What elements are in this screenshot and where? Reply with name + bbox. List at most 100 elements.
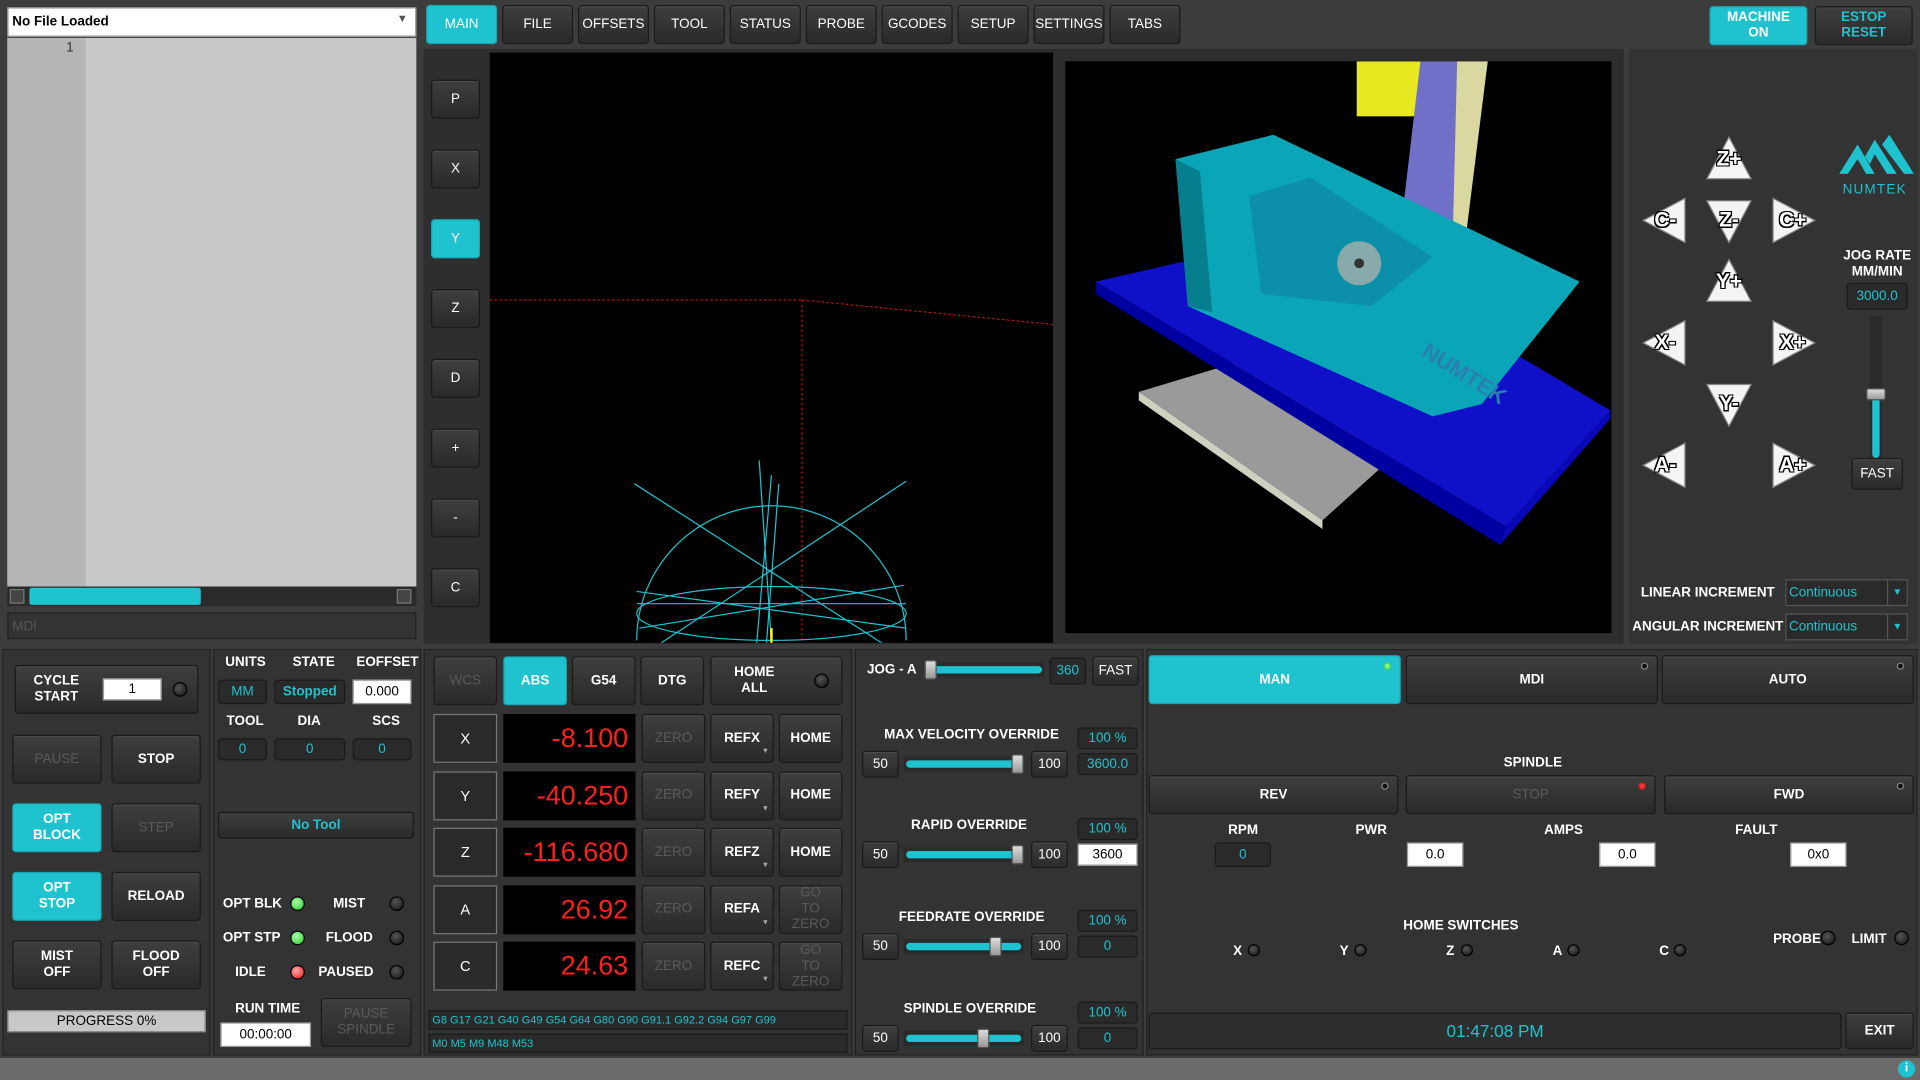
override-min-button[interactable]: 50 bbox=[862, 1024, 899, 1052]
file-selector[interactable]: No File Loaded ▼ bbox=[7, 7, 417, 37]
estop-reset-button[interactable]: ESTOP RESET bbox=[1814, 6, 1913, 46]
opt-block-button[interactable]: OPT BLOCK bbox=[12, 803, 102, 853]
mdi-input[interactable]: MDI bbox=[7, 612, 417, 640]
home-z-button[interactable]: HOME bbox=[778, 827, 843, 877]
view-zoom-out-button[interactable]: - bbox=[431, 498, 481, 538]
override-slider-handle[interactable] bbox=[976, 1028, 990, 1049]
mist-off-button[interactable]: MIST OFF bbox=[12, 940, 102, 990]
step-button[interactable]: STEP bbox=[111, 803, 201, 853]
scroll-left-button[interactable] bbox=[9, 588, 25, 604]
jog-y-minus-button[interactable]: Y- bbox=[1705, 380, 1754, 429]
override-slider-handle[interactable] bbox=[1011, 754, 1024, 774]
flood-off-button[interactable]: FLOOD OFF bbox=[111, 940, 201, 990]
tab-settings[interactable]: SETTINGS bbox=[1033, 4, 1105, 45]
jog-z-plus-button[interactable]: Z+ bbox=[1705, 135, 1754, 184]
ref-y-button[interactable]: REFY ▼ bbox=[710, 770, 774, 820]
tab-status[interactable]: STATUS bbox=[729, 4, 801, 45]
ref-z-button[interactable]: REFZ ▼ bbox=[710, 827, 774, 877]
linear-increment-select[interactable]: Continuous ▼ bbox=[1785, 579, 1908, 607]
view-zoom-in-button[interactable]: + bbox=[431, 428, 481, 468]
view-z-button[interactable]: Z bbox=[431, 288, 481, 329]
tab-gcodes[interactable]: GCODES bbox=[881, 4, 953, 45]
override-max-button[interactable]: 100 bbox=[1031, 750, 1068, 778]
mdi-mode-button[interactable]: MDI bbox=[1405, 655, 1658, 705]
pause-spindle-button[interactable]: PAUSE SPINDLE bbox=[320, 997, 412, 1047]
tab-tool[interactable]: TOOL bbox=[653, 4, 725, 45]
scroll-thumb[interactable] bbox=[29, 587, 201, 605]
jog-x-minus-button[interactable]: X- bbox=[1641, 318, 1690, 367]
dtg-button[interactable]: DTG bbox=[640, 656, 705, 706]
zero-c-button[interactable]: ZERO bbox=[641, 941, 706, 991]
tab-file[interactable]: FILE bbox=[502, 4, 574, 45]
override-slider[interactable] bbox=[903, 936, 1024, 957]
jog-x-plus-button[interactable]: X+ bbox=[1768, 318, 1817, 367]
override-slider[interactable] bbox=[903, 1028, 1024, 1049]
view-p-button[interactable]: P bbox=[431, 79, 481, 119]
tab-tabs[interactable]: TABS bbox=[1109, 4, 1181, 45]
gcode-editor[interactable]: 1 bbox=[7, 37, 417, 587]
opt-stop-button[interactable]: OPT STOP bbox=[12, 871, 102, 921]
jog-fast-button[interactable]: FAST bbox=[1851, 457, 1903, 490]
goto-zero-a-button[interactable]: GO TO ZERO bbox=[778, 884, 843, 934]
home-x-button[interactable]: HOME bbox=[778, 713, 843, 763]
tab-offsets[interactable]: OFFSETS bbox=[577, 4, 649, 45]
override-slider[interactable] bbox=[903, 844, 1024, 865]
tab-probe[interactable]: PROBE bbox=[805, 4, 877, 45]
machine-3d-view[interactable]: NUMTEK bbox=[1065, 61, 1612, 634]
override-min-button[interactable]: 50 bbox=[862, 841, 899, 869]
override-slider-handle[interactable] bbox=[1011, 844, 1024, 865]
tab-setup[interactable]: SETUP bbox=[957, 4, 1029, 45]
wcs-button[interactable]: WCS bbox=[433, 656, 498, 706]
jog-a-minus-button[interactable]: A- bbox=[1641, 441, 1690, 490]
reload-button[interactable]: RELOAD bbox=[111, 871, 201, 921]
pause-button[interactable]: PAUSE bbox=[12, 734, 102, 784]
spindle-stop-button[interactable]: STOP bbox=[1405, 775, 1656, 815]
editor-scrollbar[interactable] bbox=[7, 586, 417, 607]
home-y-button[interactable]: HOME bbox=[778, 770, 843, 820]
ref-a-button[interactable]: REFA ▼ bbox=[710, 884, 774, 934]
jog-rate-slider-handle[interactable] bbox=[1866, 387, 1886, 401]
override-min-button[interactable]: 50 bbox=[862, 933, 899, 961]
auto-mode-button[interactable]: AUTO bbox=[1661, 655, 1914, 705]
jog-c-plus-button[interactable]: C+ bbox=[1768, 196, 1817, 245]
override-max-button[interactable]: 100 bbox=[1031, 933, 1068, 961]
view-y-button[interactable]: Y bbox=[431, 219, 481, 259]
tab-main[interactable]: MAIN bbox=[426, 4, 498, 45]
view-d-button[interactable]: D bbox=[431, 358, 481, 398]
angular-increment-select[interactable]: Continuous ▼ bbox=[1785, 613, 1908, 641]
override-min-button[interactable]: 50 bbox=[862, 750, 899, 778]
scroll-right-button[interactable] bbox=[396, 588, 412, 604]
ref-c-button[interactable]: REFC ▼ bbox=[710, 941, 774, 991]
jog-a-plus-button[interactable]: A+ bbox=[1768, 441, 1817, 490]
zero-x-button[interactable]: ZERO bbox=[641, 713, 706, 763]
stop-button[interactable]: STOP bbox=[111, 734, 201, 784]
goto-zero-c-button[interactable]: GO TO ZERO bbox=[778, 941, 843, 991]
man-mode-button[interactable]: MAN bbox=[1148, 655, 1401, 705]
g54-button[interactable]: G54 bbox=[571, 656, 636, 706]
override-slider-handle[interactable] bbox=[989, 936, 1003, 957]
view-c-button[interactable]: C bbox=[431, 568, 481, 608]
spindle-fwd-button[interactable]: FWD bbox=[1664, 775, 1914, 815]
jog-a-slider[interactable] bbox=[924, 660, 1045, 680]
zero-z-button[interactable]: ZERO bbox=[641, 827, 706, 877]
zero-a-button[interactable]: ZERO bbox=[641, 884, 706, 934]
jog-z-minus-button[interactable]: Z- bbox=[1705, 196, 1754, 245]
info-icon[interactable]: i bbox=[1897, 1060, 1916, 1078]
jog-c-minus-button[interactable]: C- bbox=[1641, 196, 1690, 245]
jog-y-plus-button[interactable]: Y+ bbox=[1705, 257, 1754, 306]
zero-y-button[interactable]: ZERO bbox=[641, 770, 706, 820]
machine-on-button[interactable]: MACHINE ON bbox=[1709, 6, 1808, 46]
override-slider[interactable] bbox=[903, 754, 1024, 774]
spindle-rev-button[interactable]: REV bbox=[1148, 775, 1399, 815]
home-all-button[interactable]: HOME ALL bbox=[710, 656, 843, 706]
jog-rate-slider[interactable] bbox=[1866, 315, 1886, 458]
override-max-button[interactable]: 100 bbox=[1031, 1024, 1068, 1052]
start-line-input[interactable]: 1 bbox=[102, 678, 162, 701]
view-x-button[interactable]: X bbox=[431, 149, 481, 189]
jog-a-fast-button[interactable]: FAST bbox=[1092, 656, 1139, 686]
override-max-button[interactable]: 100 bbox=[1031, 841, 1068, 869]
exit-button[interactable]: EXIT bbox=[1845, 1012, 1914, 1050]
abs-button[interactable]: ABS bbox=[503, 656, 567, 706]
backplot-view[interactable] bbox=[489, 52, 1054, 643]
jog-a-slider-handle[interactable] bbox=[924, 660, 937, 680]
